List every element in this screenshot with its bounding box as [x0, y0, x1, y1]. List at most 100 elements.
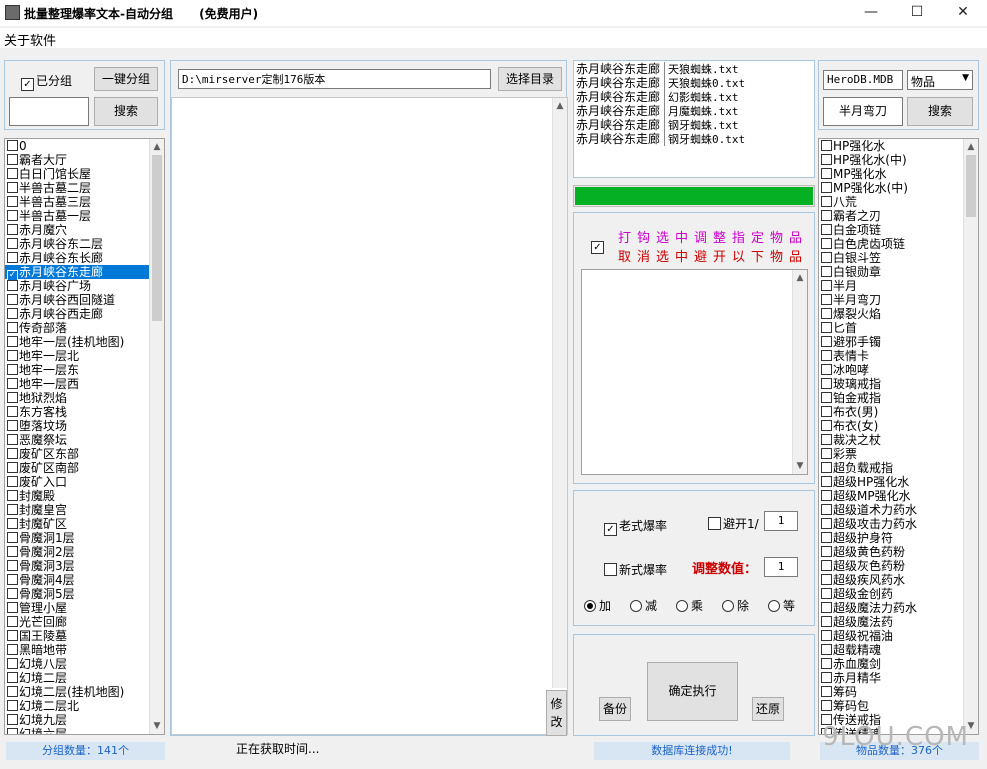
avoid-value-input[interactable]: 1 [764, 511, 798, 531]
scroll-up-icon[interactable]: ▲ [553, 98, 567, 114]
list-item[interactable]: 幻境九层 [5, 713, 149, 727]
list-item[interactable]: 半兽古墓一层 [5, 209, 149, 223]
item-checkbox[interactable] [821, 588, 832, 599]
list-item[interactable]: 封魔殿 [5, 489, 149, 503]
list-item[interactable]: 半月弯刀 [819, 293, 963, 307]
item-checkbox[interactable] [7, 560, 18, 571]
item-checkbox[interactable] [7, 182, 18, 193]
item-listbox[interactable]: HP强化水 HP强化水(中) MP强化水 MP强化水(中) 八荒 霸者之刃 白金项链 白色虎齿… [818, 138, 979, 735]
item-checkbox[interactable] [821, 672, 832, 683]
list-item[interactable]: 匕首 [819, 321, 963, 335]
editor-textarea[interactable]: ▲ [171, 97, 568, 735]
list-item[interactable]: 筹码包 [819, 699, 963, 713]
item-checkbox[interactable] [821, 168, 832, 179]
item-checkbox[interactable] [7, 714, 18, 725]
item-checkbox[interactable] [7, 140, 18, 151]
item-checkbox[interactable] [821, 546, 832, 557]
old-style-checkbox[interactable]: ✓ 老式爆率 [604, 517, 667, 536]
item-checkbox[interactable] [7, 700, 18, 711]
list-item[interactable]: 骨魔洞4层 [5, 573, 149, 587]
list-item[interactable]: 封魔矿区 [5, 517, 149, 531]
item-checkbox[interactable] [7, 546, 18, 557]
item-checkbox[interactable] [821, 252, 832, 263]
item-checkbox[interactable] [821, 378, 832, 389]
item-checkbox[interactable] [821, 140, 832, 151]
item-checkbox[interactable] [821, 238, 832, 249]
list-item[interactable]: 超级道术力药水 [819, 503, 963, 517]
list-item[interactable]: 八荒 [819, 195, 963, 209]
list-item[interactable]: 幻境六层 [5, 727, 149, 734]
item-checkbox[interactable] [7, 280, 18, 291]
list-item[interactable]: 幻境八层 [5, 657, 149, 671]
item-checkbox[interactable] [7, 588, 18, 599]
list-item[interactable]: 白金项链 [819, 223, 963, 237]
grouped-checkbox[interactable]: ✓ 已分组 [21, 72, 72, 91]
list-item[interactable]: 超级灰色药粉 [819, 559, 963, 573]
one-click-group-button[interactable]: 一键分组 [94, 67, 158, 91]
item-checkbox[interactable] [821, 308, 832, 319]
list-item[interactable]: 表情卡 [819, 349, 963, 363]
op-radio-4[interactable]: 等 [768, 597, 795, 614]
item-checkbox[interactable] [7, 378, 18, 389]
item-checkbox[interactable] [7, 252, 18, 263]
item-search-input[interactable]: 半月弯刀 [823, 97, 903, 126]
list-item[interactable]: 地牢一层东 [5, 363, 149, 377]
list-item[interactable]: 超级魔法药 [819, 615, 963, 629]
item-checkbox[interactable] [821, 532, 832, 543]
item-checkbox[interactable] [7, 602, 18, 613]
minimize-button[interactable]: — [848, 0, 894, 26]
op-radio-0[interactable]: 加 [584, 597, 611, 614]
list-item[interactable]: 废矿区东部 [5, 447, 149, 461]
scroll-up-icon[interactable]: ▲ [150, 139, 164, 155]
list-item[interactable]: 黑暗地带 [5, 643, 149, 657]
item-checkbox[interactable] [7, 644, 18, 655]
item-checkbox[interactable] [7, 476, 18, 487]
scroll-thumb[interactable] [152, 155, 162, 321]
item-checkbox[interactable] [821, 420, 832, 431]
list-item[interactable]: 传奇部落 [5, 321, 149, 335]
item-checkbox[interactable] [7, 504, 18, 515]
list-item[interactable]: 赤月精华 [819, 671, 963, 685]
list-item[interactable]: 白色虎齿项链 [819, 237, 963, 251]
list-item[interactable]: 赤月峡谷西走廊 [5, 307, 149, 321]
file-row[interactable]: 赤月峡谷东走廊 幻影蜘蛛.txt [576, 90, 745, 104]
item-search-button[interactable]: 搜索 [907, 97, 973, 126]
list-item[interactable]: 超级祝福油 [819, 629, 963, 643]
maximize-button[interactable]: ☐ [894, 0, 940, 26]
execute-button[interactable]: 确定执行 [647, 662, 738, 721]
item-checkbox[interactable] [821, 644, 832, 655]
item-checkbox[interactable] [7, 728, 18, 734]
item-checkbox[interactable] [7, 294, 18, 305]
item-checkbox[interactable] [7, 196, 18, 207]
item-checkbox[interactable] [7, 490, 18, 501]
item-checkbox[interactable] [821, 350, 832, 361]
list-item[interactable]: 超负载戒指 [819, 461, 963, 475]
item-checkbox[interactable] [7, 210, 18, 221]
item-checkbox[interactable] [821, 686, 832, 697]
item-checkbox[interactable] [7, 420, 18, 431]
item-checkbox[interactable] [821, 602, 832, 613]
item-checkbox[interactable] [821, 364, 832, 375]
list-item[interactable]: 骨魔洞1层 [5, 531, 149, 545]
list-item[interactable]: 骨魔洞5层 [5, 587, 149, 601]
list-item[interactable]: 冰咆哮 [819, 363, 963, 377]
list-item[interactable]: 超级攻击力药水 [819, 517, 963, 531]
list-item[interactable]: 霸者之刃 [819, 209, 963, 223]
list-item[interactable]: 超级护身符 [819, 531, 963, 545]
item-checkbox[interactable] [821, 658, 832, 669]
item-checkbox[interactable] [7, 462, 18, 473]
list-item[interactable]: ✓ 赤月峡谷东走廊 [5, 265, 149, 281]
item-checkbox[interactable] [7, 308, 18, 319]
list-item[interactable]: 半兽古墓三层 [5, 195, 149, 209]
item-checkbox[interactable] [7, 518, 18, 529]
list-item[interactable]: 超级黄色药粉 [819, 545, 963, 559]
list-item[interactable]: 超级金创药 [819, 587, 963, 601]
item-checkbox[interactable] [821, 182, 832, 193]
list-item[interactable]: 超级疾风药水 [819, 573, 963, 587]
list-item[interactable]: 地牢一层北 [5, 349, 149, 363]
item-checkbox[interactable] [821, 490, 832, 501]
file-row[interactable]: 赤月峡谷东走廊 月魔蜘蛛.txt [576, 104, 745, 118]
list-item[interactable]: 赤月峡谷东二层 [5, 237, 149, 251]
list-item[interactable]: 光芒回廊 [5, 615, 149, 629]
item-checkbox[interactable] [7, 658, 18, 669]
